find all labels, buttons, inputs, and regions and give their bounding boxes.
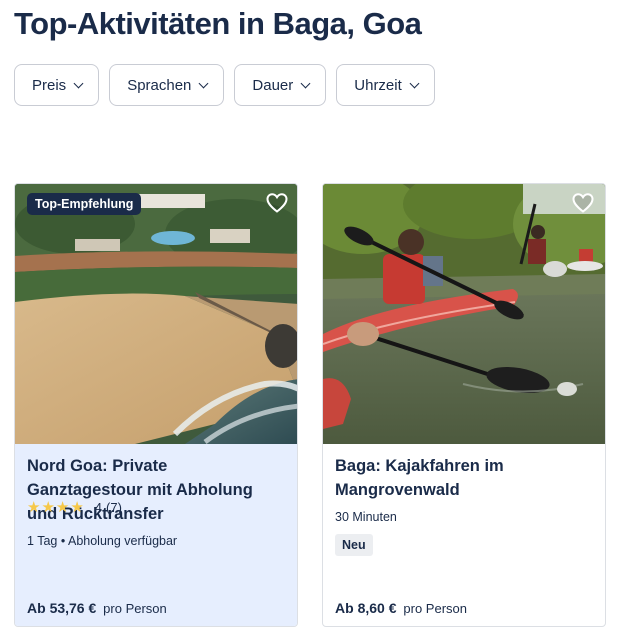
chevron-down-icon	[300, 78, 311, 88]
chevron-down-icon	[198, 78, 209, 88]
activity-title-line: Nord Goa: Private	[27, 457, 168, 475]
filter-time-label: Uhrzeit	[354, 76, 402, 94]
filter-languages-button[interactable]: Sprachen	[109, 64, 225, 106]
filter-duration-button[interactable]: Dauer	[234, 64, 327, 106]
filter-languages-label: Sprachen	[127, 76, 192, 94]
rating-count: (7)	[106, 499, 122, 515]
price: Ab 53,76 € pro Person	[27, 600, 167, 616]
activity-meta: 1 Tag • Abholung verfügbar	[27, 534, 178, 548]
price-amount: 53,76 €	[49, 600, 97, 616]
chevron-down-icon	[409, 78, 420, 88]
price: Ab 8,60 € pro Person	[335, 600, 467, 616]
activity-card[interactable]: Top-Empfehlung Nord Goa: Private Ganztag…	[14, 183, 298, 627]
activity-title[interactable]: Baga: Kajakfahren im Mangrovenwald	[335, 454, 593, 502]
heart-icon[interactable]	[265, 191, 289, 215]
rating: ★★★★ 4 (7)	[27, 498, 122, 516]
filter-time-button[interactable]: Uhrzeit	[336, 64, 435, 106]
page-title: Top-Aktivitäten in Baga, Goa	[14, 6, 422, 41]
activity-photo	[15, 184, 297, 444]
activity-card[interactable]: Baga: Kajakfahren im Mangrovenwald 30 Mi…	[322, 183, 606, 627]
price-unit: pro Person	[103, 601, 167, 616]
filter-price-button[interactable]: Preis	[14, 64, 100, 106]
activity-photo	[323, 184, 605, 444]
heart-icon[interactable]	[571, 191, 595, 215]
top-recommendation-badge: Top-Empfehlung	[27, 193, 142, 215]
price-amount: 8,60 €	[357, 600, 397, 616]
activity-title-line: Mangrovenwald	[335, 481, 460, 499]
star-icon: ★★★★	[27, 499, 85, 516]
activity-meta: 30 Minuten	[335, 510, 397, 524]
price-unit: pro Person	[403, 601, 467, 616]
price-prefix: Ab	[335, 600, 354, 616]
activity-title-line: Baga: Kajakfahren im	[335, 457, 504, 475]
price-prefix: Ab	[27, 600, 46, 616]
filter-price-label: Preis	[32, 76, 67, 94]
filter-duration-label: Dauer	[252, 76, 294, 94]
rating-value: 4	[94, 499, 103, 515]
filter-bar: Preis Sprachen Dauer Uhrzeit	[14, 64, 435, 106]
new-badge: Neu	[335, 534, 373, 556]
chevron-down-icon	[73, 78, 84, 88]
